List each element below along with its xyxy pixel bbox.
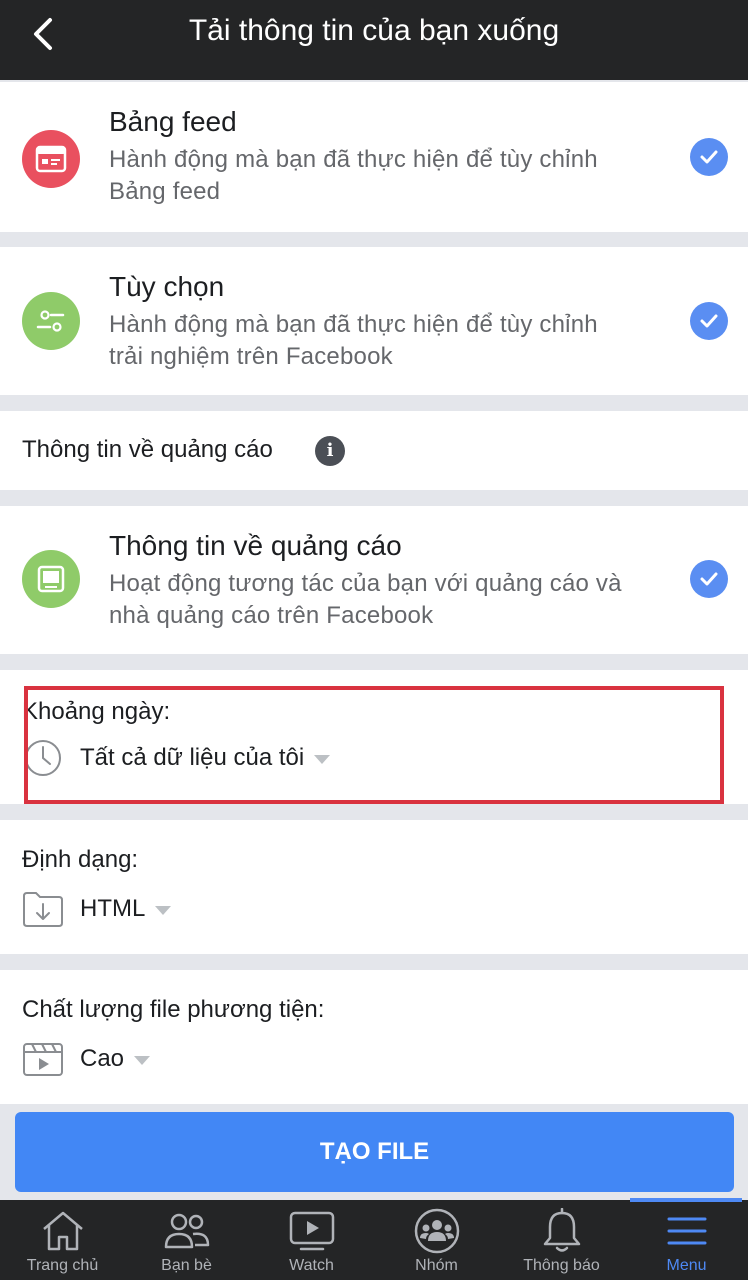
tab-notifications[interactable]: Thông báo bbox=[499, 1200, 624, 1280]
media-quality-section: Chất lượng file phương tiện: Cao bbox=[0, 970, 748, 1104]
format-select[interactable]: HTML bbox=[22, 887, 172, 931]
active-tab-indicator bbox=[630, 1198, 742, 1202]
media-quality-label: Chất lượng file phương tiện: bbox=[22, 996, 325, 1023]
category-description: Hành động mà bạn đã thực hiện để tùy chỉ… bbox=[109, 146, 598, 205]
feed-icon bbox=[22, 130, 80, 188]
clapperboard-icon bbox=[22, 1038, 64, 1080]
tab-home[interactable]: Trang chủ bbox=[0, 1200, 125, 1280]
chevron-down-icon bbox=[155, 905, 172, 915]
category-preferences: Tùy chọn Hành động mà bạn đã thực hiện đ… bbox=[0, 247, 748, 395]
category-title: Tùy chọn bbox=[109, 271, 225, 302]
top-bar: Tải thông tin của bạn xuống bbox=[0, 0, 748, 80]
category-checkbox[interactable] bbox=[690, 302, 728, 340]
date-range-section: Khoảng ngày: Tất cả dữ liệu của tôi bbox=[0, 670, 748, 804]
home-icon bbox=[38, 1208, 88, 1254]
format-value: HTML bbox=[80, 895, 146, 922]
chevron-down-icon bbox=[314, 754, 331, 764]
tab-label: Nhóm bbox=[415, 1257, 458, 1274]
clock-icon bbox=[22, 737, 64, 779]
bell-icon bbox=[537, 1208, 587, 1254]
category-title: Thông tin về quảng cáo bbox=[109, 530, 402, 561]
chevron-down-icon bbox=[134, 1055, 151, 1065]
friends-icon bbox=[162, 1208, 212, 1254]
tab-watch[interactable]: Watch bbox=[249, 1200, 374, 1280]
category-description: Hành động mà bạn đã thực hiện để tùy chỉ… bbox=[109, 311, 598, 370]
groups-icon bbox=[412, 1208, 462, 1254]
tab-groups[interactable]: Nhóm bbox=[374, 1200, 499, 1280]
info-icon[interactable]: i bbox=[315, 436, 345, 466]
ads-section-header: Thông tin về quảng cáo bbox=[0, 411, 748, 490]
page-title: Tải thông tin của bạn xuống bbox=[188, 14, 560, 47]
tab-label: Trang chủ bbox=[26, 1257, 99, 1274]
date-range-value: Tất cả dữ liệu của tôi bbox=[80, 744, 305, 771]
date-range-select[interactable]: Tất cả dữ liệu của tôi bbox=[22, 736, 331, 780]
watch-icon bbox=[287, 1208, 337, 1254]
format-label: Định dạng: bbox=[22, 846, 139, 873]
category-checkbox[interactable] bbox=[690, 138, 728, 176]
category-feed: Bảng feed Hành động mà bạn đã thực hiện … bbox=[0, 82, 748, 232]
tab-label: Thông báo bbox=[523, 1257, 600, 1274]
category-title: Bảng feed bbox=[109, 106, 237, 137]
tab-label: Watch bbox=[289, 1257, 334, 1274]
check-icon bbox=[700, 314, 718, 328]
section-heading: Thông tin về quảng cáo bbox=[22, 436, 273, 463]
bottom-tab-bar: Trang chủ Bạn bè Watch Nhóm Thông báo Me… bbox=[0, 1200, 748, 1280]
media-quality-select[interactable]: Cao bbox=[22, 1037, 151, 1081]
category-checkbox[interactable] bbox=[690, 560, 728, 598]
date-range-label: Khoảng ngày: bbox=[22, 698, 171, 725]
sliders-icon bbox=[22, 292, 80, 350]
tab-label: Menu bbox=[666, 1257, 707, 1274]
folder-download-icon bbox=[22, 888, 64, 930]
check-icon bbox=[700, 150, 718, 164]
format-section: Định dạng: HTML bbox=[0, 820, 748, 954]
tab-menu[interactable]: Menu bbox=[624, 1200, 748, 1280]
ad-screen-icon bbox=[22, 550, 80, 608]
category-ads-info: Thông tin về quảng cáo Hoạt động tương t… bbox=[0, 506, 748, 654]
media-quality-value: Cao bbox=[80, 1045, 125, 1072]
check-icon bbox=[700, 572, 718, 586]
menu-icon bbox=[662, 1208, 712, 1254]
tab-friends[interactable]: Bạn bè bbox=[124, 1200, 249, 1280]
tab-label: Bạn bè bbox=[161, 1257, 212, 1274]
category-description: Hoạt động tương tác của bạn với quảng cá… bbox=[109, 570, 622, 629]
create-file-button[interactable]: TẠO FILE bbox=[15, 1112, 734, 1192]
